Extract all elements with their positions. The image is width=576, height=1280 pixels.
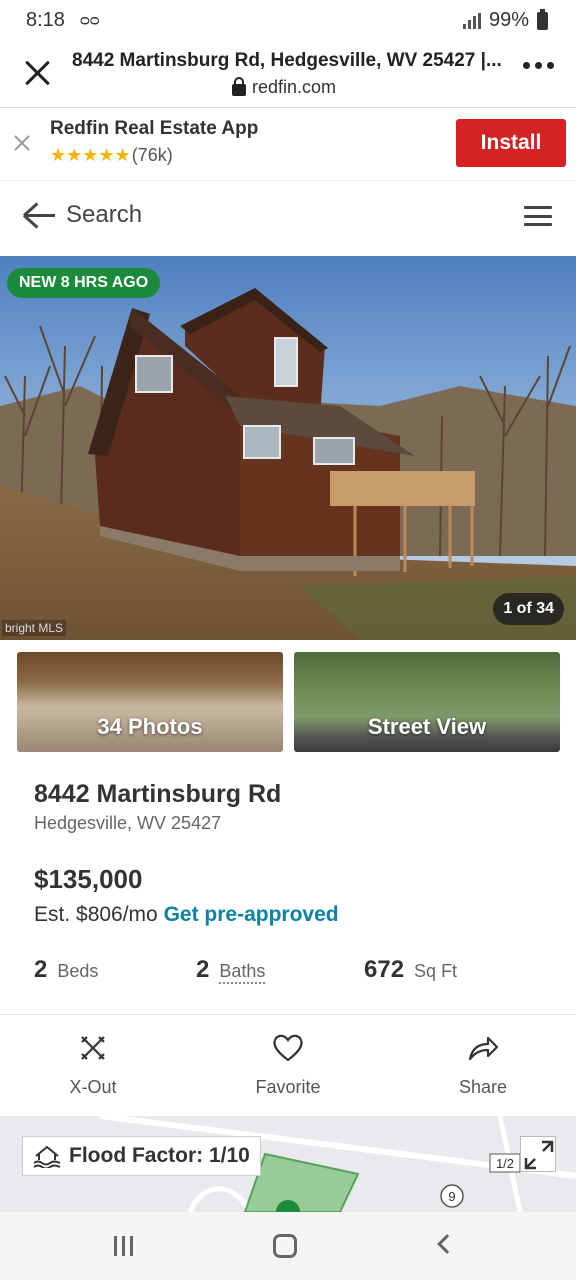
app-install-banner: Redfin Real Estate App ★★★★★ (76k) Insta… [0,109,576,181]
listing-actions: X-Out Favorite Share [0,1015,576,1115]
baths-label[interactable]: Baths [219,961,266,984]
photos-label: 34 Photos [97,714,203,739]
property-stats: 2 Beds 2 Baths 672 Sq Ft [0,956,576,992]
favorite-button[interactable]: Favorite [218,1031,358,1098]
map-preview[interactable]: 9 1/2 Flood Factor: 1/10 [0,1116,576,1212]
estimated-payment-row: Est. $806/mo Get pre-approved [34,903,339,927]
road-marker: 9 [448,1189,455,1204]
close-tab-icon[interactable] [20,56,54,90]
menu-icon[interactable] [524,206,552,226]
recent-apps-icon[interactable] [114,1236,133,1256]
city-state-zip: Hedgesville, WV 25427 [34,813,222,833]
site-nav: Search [0,182,576,254]
system-nav-bar [0,1212,576,1280]
photo-counter: 1 of 34 [493,593,564,625]
signal-icon [462,12,481,29]
get-preapproved-link[interactable]: Get pre-approved [164,903,339,926]
browser-toolbar: 8442 Martinsburg Rd, Hedgesville, WV 254… [0,40,576,108]
flood-factor-badge[interactable]: Flood Factor: 1/10 [22,1136,261,1176]
beds-count: 2 [34,956,48,983]
map-scale: 1/2 [496,1156,514,1171]
search-link[interactable]: Search [66,201,142,229]
xout-icon [81,1036,105,1060]
dismiss-banner-icon[interactable] [12,133,32,153]
street-view-button[interactable]: Street View [294,652,560,752]
status-time: 8:18 [26,9,65,31]
flood-house-icon [33,1145,61,1168]
share-button[interactable]: Share [413,1031,553,1098]
banner-rating: ★★★★★ (76k) [50,145,173,166]
share-arrow-icon [468,1036,499,1061]
battery-icon [537,8,548,30]
xout-label: X-Out [69,1077,117,1097]
listing-price: $135,000 [34,864,143,894]
system-back-icon[interactable] [437,1234,457,1254]
mls-logo: bright MLS [2,620,67,636]
sqft-stat: 672 Sq Ft [364,956,457,984]
sqft-label: Sq Ft [414,961,458,981]
media-thumbnails: 34 Photos Street View [17,652,560,752]
beds-stat: 2 Beds [34,956,98,984]
back-arrow-icon[interactable] [22,200,56,230]
url-text: redfin.com [252,77,337,97]
install-button[interactable]: Install [456,119,566,167]
baths-count: 2 [196,956,210,983]
share-label: Share [458,1077,508,1097]
expand-map-icon[interactable] [520,1136,556,1172]
new-listing-badge: NEW 8 HRS AGO [7,268,161,298]
heart-icon [273,1034,303,1062]
all-photos-button[interactable]: 34 Photos [17,652,283,752]
xout-button[interactable]: X-Out [23,1031,163,1098]
status-indicators: 99% [462,8,548,32]
beds-label: Beds [57,961,99,981]
status-bar: 8:18 ᴑᴑ 99% [0,0,576,40]
hero-photo[interactable]: NEW 8 HRS AGO 1 of 34 bright MLS [0,256,576,640]
home-icon[interactable] [273,1234,297,1258]
house-photo [0,256,576,640]
favorite-label: Favorite [255,1077,321,1097]
sqft-count: 672 [364,956,405,983]
banner-app-name: Redfin Real Estate App [50,118,259,139]
rating-count: (76k) [131,145,173,165]
estimated-payment: Est. $806/mo [34,903,158,926]
baths-stat[interactable]: 2 Baths [196,956,266,984]
flood-factor-text: Flood Factor: 1/10 [69,1144,250,1167]
star-rating-icon: ★★★★★ [50,145,131,165]
page-title: 8442 Martinsburg Rd, Hedgesville, WV 254… [72,50,502,71]
street-address: 8442 Martinsburg Rd [34,780,282,808]
battery-percent: 99% [488,9,529,31]
lock-icon [232,76,246,96]
street-view-label: Street View [367,714,487,739]
url-display[interactable]: redfin.com [232,76,337,98]
more-options-icon[interactable] [523,62,554,69]
voicemail-icon: ᴑᴑ [80,12,100,29]
